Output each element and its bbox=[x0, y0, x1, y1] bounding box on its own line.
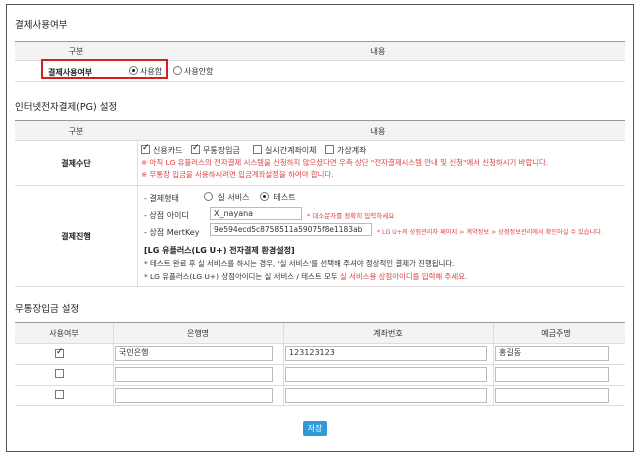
divider bbox=[15, 385, 625, 386]
mertkey-label: - 상점 MertKey bbox=[144, 228, 200, 237]
col-header-account: 계좌번호 bbox=[373, 329, 403, 338]
divider bbox=[15, 81, 625, 82]
method-realtime-transfer[interactable]: 실시간계좌이체 bbox=[253, 145, 317, 156]
env-notice-2: * LG 유플러스(LG U+) 상점아이디는 실 서비스 / 테스트 모두 실… bbox=[144, 271, 467, 282]
env-notice-1: * 테스트 완료 후 실 서비스를 하시는 경우, '실 서비스'를 선택해 주… bbox=[144, 259, 455, 268]
store-id-hint: * 대소문자를 정확히 입력하세요 bbox=[307, 212, 395, 220]
env-notice-2-highlight: 실 서비스용 상점아이디를 입력해 주세요. bbox=[339, 272, 468, 281]
divider bbox=[15, 185, 625, 186]
divider bbox=[15, 364, 625, 365]
account-number-input[interactable] bbox=[285, 388, 487, 403]
account-holder-input[interactable] bbox=[495, 388, 609, 403]
col-header-content: 내용 bbox=[370, 127, 386, 136]
notice-bank-account: ※ 무통장 입금을 사용하시려면 입금계좌설정을 하여야 합니다. bbox=[141, 170, 334, 179]
radio-selected-icon bbox=[260, 192, 269, 201]
row-use-checkbox[interactable] bbox=[55, 347, 67, 359]
save-button[interactable]: 저장 bbox=[303, 421, 327, 436]
section-title-payment-use: 결제사용여부 bbox=[15, 20, 68, 31]
bank-name-input[interactable] bbox=[115, 367, 273, 382]
divider bbox=[15, 286, 625, 287]
radio-live-service[interactable]: 실 서비스 bbox=[204, 192, 250, 203]
notice-pg-apply: ※ 아직 LG 유플러스의 전자결제 시스템을 신청하지 않으셨다면 우측 상단… bbox=[141, 158, 549, 167]
column-divider bbox=[137, 140, 138, 286]
bank-name-input[interactable] bbox=[115, 388, 273, 403]
section-title-bank-deposit: 무통장입금 설정 bbox=[15, 304, 80, 315]
payment-method-label: 결제수단 bbox=[61, 159, 91, 168]
bank-name-input[interactable]: 국민은행 bbox=[115, 346, 273, 361]
mertkey-input[interactable]: 9e594ecd5c8758511a59075f8e1183ab bbox=[210, 223, 372, 236]
checkbox-icon bbox=[253, 145, 262, 154]
radio-test[interactable]: 테스트 bbox=[260, 192, 296, 203]
store-id-input[interactable]: X_nayana bbox=[210, 207, 302, 220]
divider bbox=[15, 405, 625, 406]
method-label: 무통장입금 bbox=[203, 146, 240, 155]
env-notice-2-text: * LG 유플러스(LG U+) 상점아이디는 실 서비스 / 테스트 모두 bbox=[144, 272, 340, 281]
payment-progress-label: 결제진행 bbox=[61, 232, 91, 241]
method-label: 신용카드 bbox=[153, 146, 183, 155]
radio-live-label: 실 서비스 bbox=[217, 193, 250, 202]
col-header-content: 내용 bbox=[370, 47, 386, 56]
checkbox-checked-icon bbox=[55, 347, 64, 358]
divider bbox=[15, 343, 625, 344]
highlight-box bbox=[41, 59, 168, 79]
checkbox-icon bbox=[55, 390, 64, 399]
account-holder-input[interactable]: 홍길동 bbox=[495, 346, 609, 361]
mertkey-hint: * LG U+의 상점관리자 페이지 > 계약정보 > 상점정보관리에서 확인하… bbox=[377, 229, 603, 236]
settings-panel: 결제사용여부 구분 내용 결제사용여부 사용함 사용안함 인터넷전자결제(PG)… bbox=[6, 4, 634, 452]
radio-test-label: 테스트 bbox=[273, 193, 296, 202]
col-header-use: 사용여부 bbox=[49, 329, 79, 338]
radio-unselected-icon bbox=[173, 66, 182, 75]
divider bbox=[15, 140, 625, 141]
radio-unselected-icon bbox=[204, 192, 213, 201]
col-header-holder: 예금주명 bbox=[541, 329, 571, 338]
section-title-pg-settings: 인터넷전자결제(PG) 설정 bbox=[15, 102, 118, 113]
env-settings-title: [LG 유플러스(LG U+) 전자결제 환경설정] bbox=[144, 246, 295, 255]
checkbox-icon bbox=[325, 145, 334, 154]
checkbox-icon bbox=[55, 369, 64, 378]
checkbox-checked-icon bbox=[141, 143, 150, 154]
account-holder-input[interactable] bbox=[495, 367, 609, 382]
mode-label: - 결제형태 bbox=[144, 194, 179, 203]
account-number-input[interactable]: 123123123 bbox=[285, 346, 487, 361]
method-virtual-account[interactable]: 가상계좌 bbox=[325, 145, 366, 156]
method-credit-card[interactable]: 신용카드 bbox=[141, 143, 183, 156]
radio-nouse[interactable]: 사용안함 bbox=[173, 66, 213, 77]
checkbox-checked-icon bbox=[191, 143, 200, 154]
account-number-input[interactable] bbox=[285, 367, 487, 382]
method-bank-deposit[interactable]: 무통장입금 bbox=[191, 143, 240, 156]
col-header-category: 구분 bbox=[68, 47, 84, 56]
row-use-checkbox[interactable] bbox=[55, 369, 67, 379]
method-label: 실시간계좌이체 bbox=[265, 146, 317, 155]
col-header-bank: 은행명 bbox=[186, 329, 210, 338]
method-label: 가상계좌 bbox=[337, 146, 367, 155]
store-id-label: - 상점 아이디 bbox=[144, 211, 189, 220]
radio-nouse-label: 사용안함 bbox=[184, 67, 214, 76]
row-use-checkbox[interactable] bbox=[55, 390, 67, 400]
col-header-category: 구분 bbox=[68, 127, 84, 136]
